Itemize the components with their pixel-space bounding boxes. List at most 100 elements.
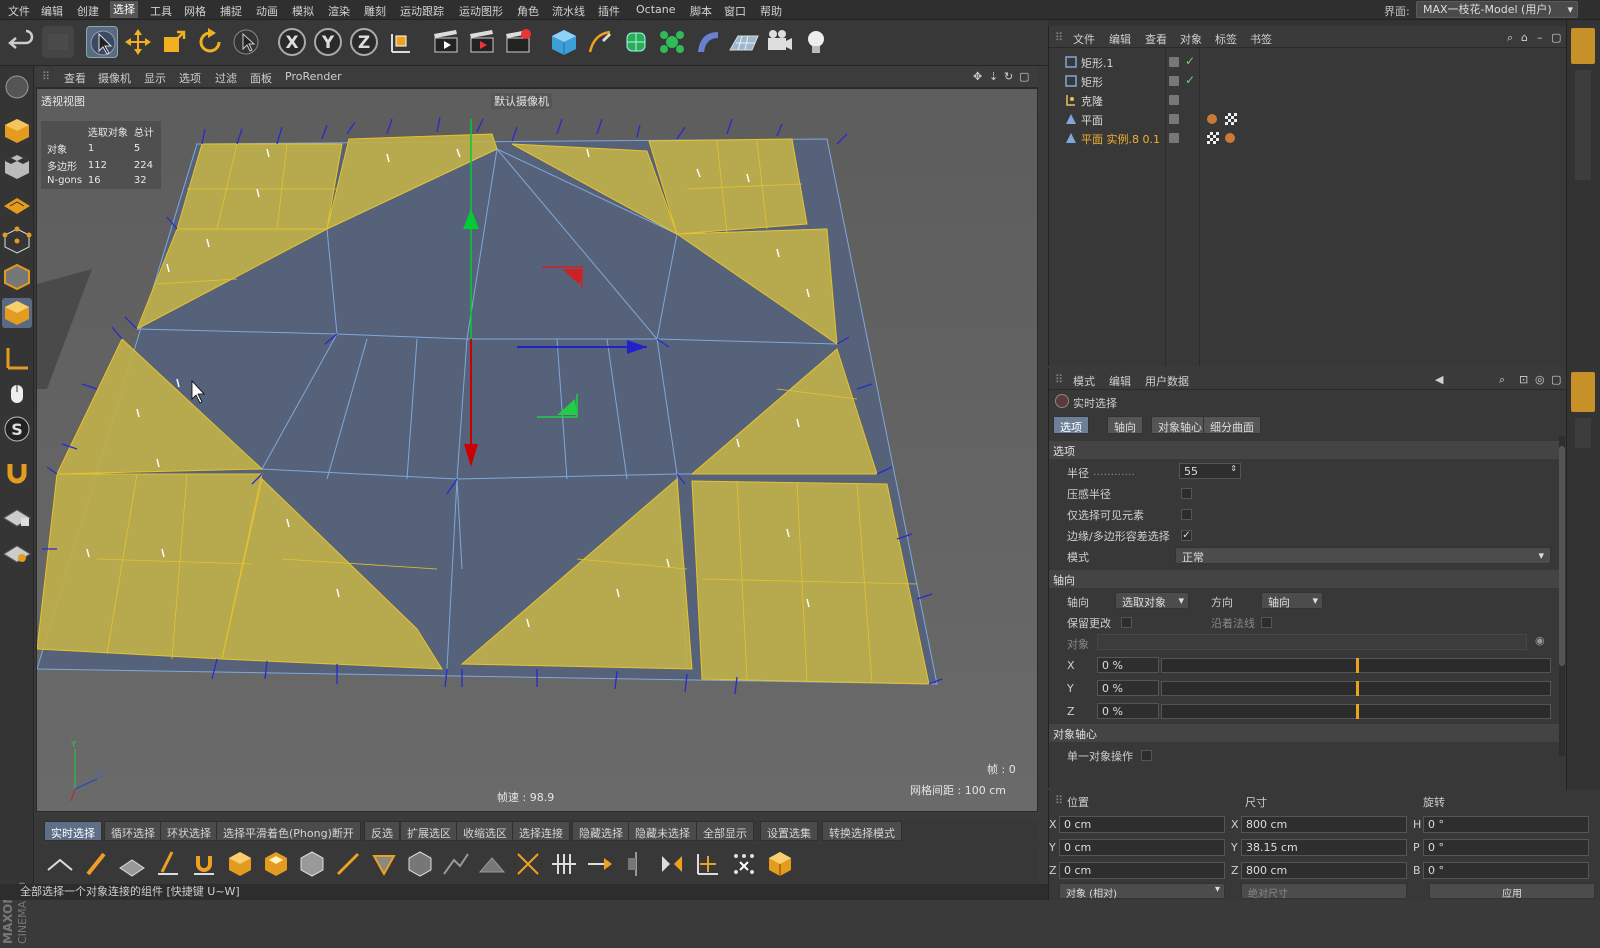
pressure-radius-checkbox[interactable] [1181,488,1192,499]
object-row-cloner[interactable]: 克隆 [1049,91,1567,110]
knife-button[interactable] [116,848,148,880]
am-menu-user-data[interactable]: 用户数据 [1145,373,1189,389]
menu-help[interactable]: 帮助 [760,3,782,19]
workplane-axis-button[interactable] [2,536,32,566]
menu-snap[interactable]: 捕捉 [220,3,242,19]
make-editable-button[interactable] [2,72,32,102]
vp-menu-filter[interactable]: 过滤 [215,70,237,86]
menu-pipeline[interactable]: 流水线 [552,3,585,19]
center-axis-button[interactable] [692,848,724,880]
axis-dropdown[interactable]: 选取对象 ▾ [1115,592,1189,609]
object-row-plane[interactable]: 平面 [1049,110,1567,129]
am-menu-edit[interactable]: 编辑 [1109,373,1131,389]
polygon-pen-button[interactable] [80,848,112,880]
size-mode-dropdown[interactable]: 绝对尺寸 [1241,883,1407,900]
search-icon[interactable]: ⌕ [1499,373,1505,387]
align-normals-button[interactable] [548,848,580,880]
x-axis-lock-button[interactable]: X [276,26,308,58]
tab-hide-selected[interactable]: 隐藏选择 [572,821,630,841]
layer-flag[interactable] [1169,76,1179,86]
matrix-extrude-button[interactable] [296,848,328,880]
menu-edit[interactable]: 编辑 [41,3,63,19]
pen-spline-button[interactable] [584,26,616,58]
stepper-icon[interactable]: ⇕ [1230,464,1237,473]
mode-dropdown[interactable]: 正常 ▾ [1175,547,1551,564]
vp-dolly-icon[interactable]: ⇣ [989,70,998,83]
tab-select-connected[interactable]: 选择连接 [512,821,570,841]
redo-button[interactable] [42,26,74,58]
om-menu-view[interactable]: 查看 [1145,31,1167,47]
layer-flag[interactable] [1169,133,1179,143]
pos-z-input[interactable]: 0 cm [1059,862,1225,879]
vp-menu-view[interactable]: 查看 [64,70,86,86]
keep-changes-checkbox[interactable] [1121,617,1132,628]
tweak-mode-button[interactable] [2,378,32,408]
menu-file[interactable]: 文件 [8,3,30,19]
tab-shrink-selection[interactable]: 收缩选区 [456,821,514,841]
magnet-brush-button[interactable] [188,848,220,880]
object-row-plane-instance[interactable]: 平面 实例.8 0.1 [1049,129,1567,148]
tab-convert-selection[interactable]: 转换选择模式 [822,821,902,841]
menu-tools[interactable]: 工具 [150,3,172,19]
home-icon[interactable]: ⌂ [1521,31,1528,44]
x-axis-slider[interactable] [1161,658,1551,673]
visible-only-checkbox[interactable] [1181,509,1192,520]
attr-scrollbar[interactable] [1559,436,1565,756]
om-menu-edit[interactable]: 编辑 [1109,31,1131,47]
menu-sculpt[interactable]: 雕刻 [364,3,386,19]
size-z-input[interactable]: 800 cm [1241,862,1407,879]
slider-knob[interactable] [1356,681,1359,696]
minimize-icon[interactable]: – [1537,31,1543,44]
symmetry-button[interactable] [656,848,688,880]
stitch-button[interactable] [440,848,472,880]
cloner-button[interactable] [656,26,688,58]
vp-maximize-icon[interactable]: ▢ [1019,70,1029,83]
camera-button[interactable] [764,26,796,58]
workplane-mode-button[interactable] [2,188,32,218]
render-picture-viewer-button[interactable] [466,26,498,58]
rotate-tool-button[interactable] [194,26,226,58]
om-menu-tags[interactable]: 标签 [1215,31,1237,47]
menu-simulate[interactable]: 模拟 [292,3,314,19]
attr-tab-axis[interactable]: 轴向 [1107,416,1143,434]
phong-tag-icon[interactable] [1207,114,1217,124]
set-point-value-button[interactable] [584,848,616,880]
model-mode-button[interactable] [2,116,32,146]
brush-button[interactable] [152,848,184,880]
tab-phong-break-selection[interactable]: 选择平滑着色(Phong)断开 [216,821,361,841]
rot-b-input[interactable]: 0 ° [1423,862,1589,879]
slider-knob[interactable] [1356,658,1359,673]
side-tab-content[interactable] [1575,70,1591,180]
rot-h-input[interactable]: 0 ° [1423,816,1589,833]
menu-motion-tracking[interactable]: 运动跟踪 [400,3,444,19]
search-icon[interactable]: ⌕ [1507,31,1513,45]
menu-script[interactable]: 脚本 [690,3,712,19]
lock-workplane-button[interactable] [2,500,32,530]
bevel-button[interactable] [368,848,400,880]
radius-input[interactable]: 55 ⇕ [1179,463,1241,479]
connect-objects-button[interactable] [764,848,796,880]
size-y-input[interactable]: 38.15 cm [1241,839,1407,856]
tab-loop-selection[interactable]: 循环选择 [104,821,162,841]
extrude-inner-button[interactable] [260,848,292,880]
om-menu-bookmarks[interactable]: 书签 [1250,31,1272,47]
layer-flag[interactable] [1169,95,1179,105]
z-axis-input[interactable]: 0 % [1097,703,1159,719]
slider-knob[interactable] [1356,704,1359,719]
menu-mesh[interactable]: 网格 [184,3,206,19]
line-cut-button[interactable] [44,848,76,880]
menu-character[interactable]: 角色 [517,3,539,19]
bridge-button[interactable] [404,848,436,880]
om-menu-file[interactable]: 文件 [1073,31,1095,47]
optimize-button[interactable] [728,848,760,880]
attr-tab-object-axis[interactable]: 对象轴心 [1151,416,1209,434]
om-menu-objects[interactable]: 对象 [1180,31,1202,47]
tolerance-checkbox[interactable]: ✓ [1181,530,1192,541]
slide-button[interactable] [512,848,544,880]
apply-button[interactable]: 应用 [1429,883,1595,900]
z-axis-slider[interactable] [1161,704,1551,719]
tab-grow-selection[interactable]: 扩展选区 [400,821,458,841]
weld-button[interactable] [476,848,508,880]
link-picker-icon[interactable]: ◉ [1535,634,1545,647]
edge-mode-button[interactable] [2,262,32,292]
